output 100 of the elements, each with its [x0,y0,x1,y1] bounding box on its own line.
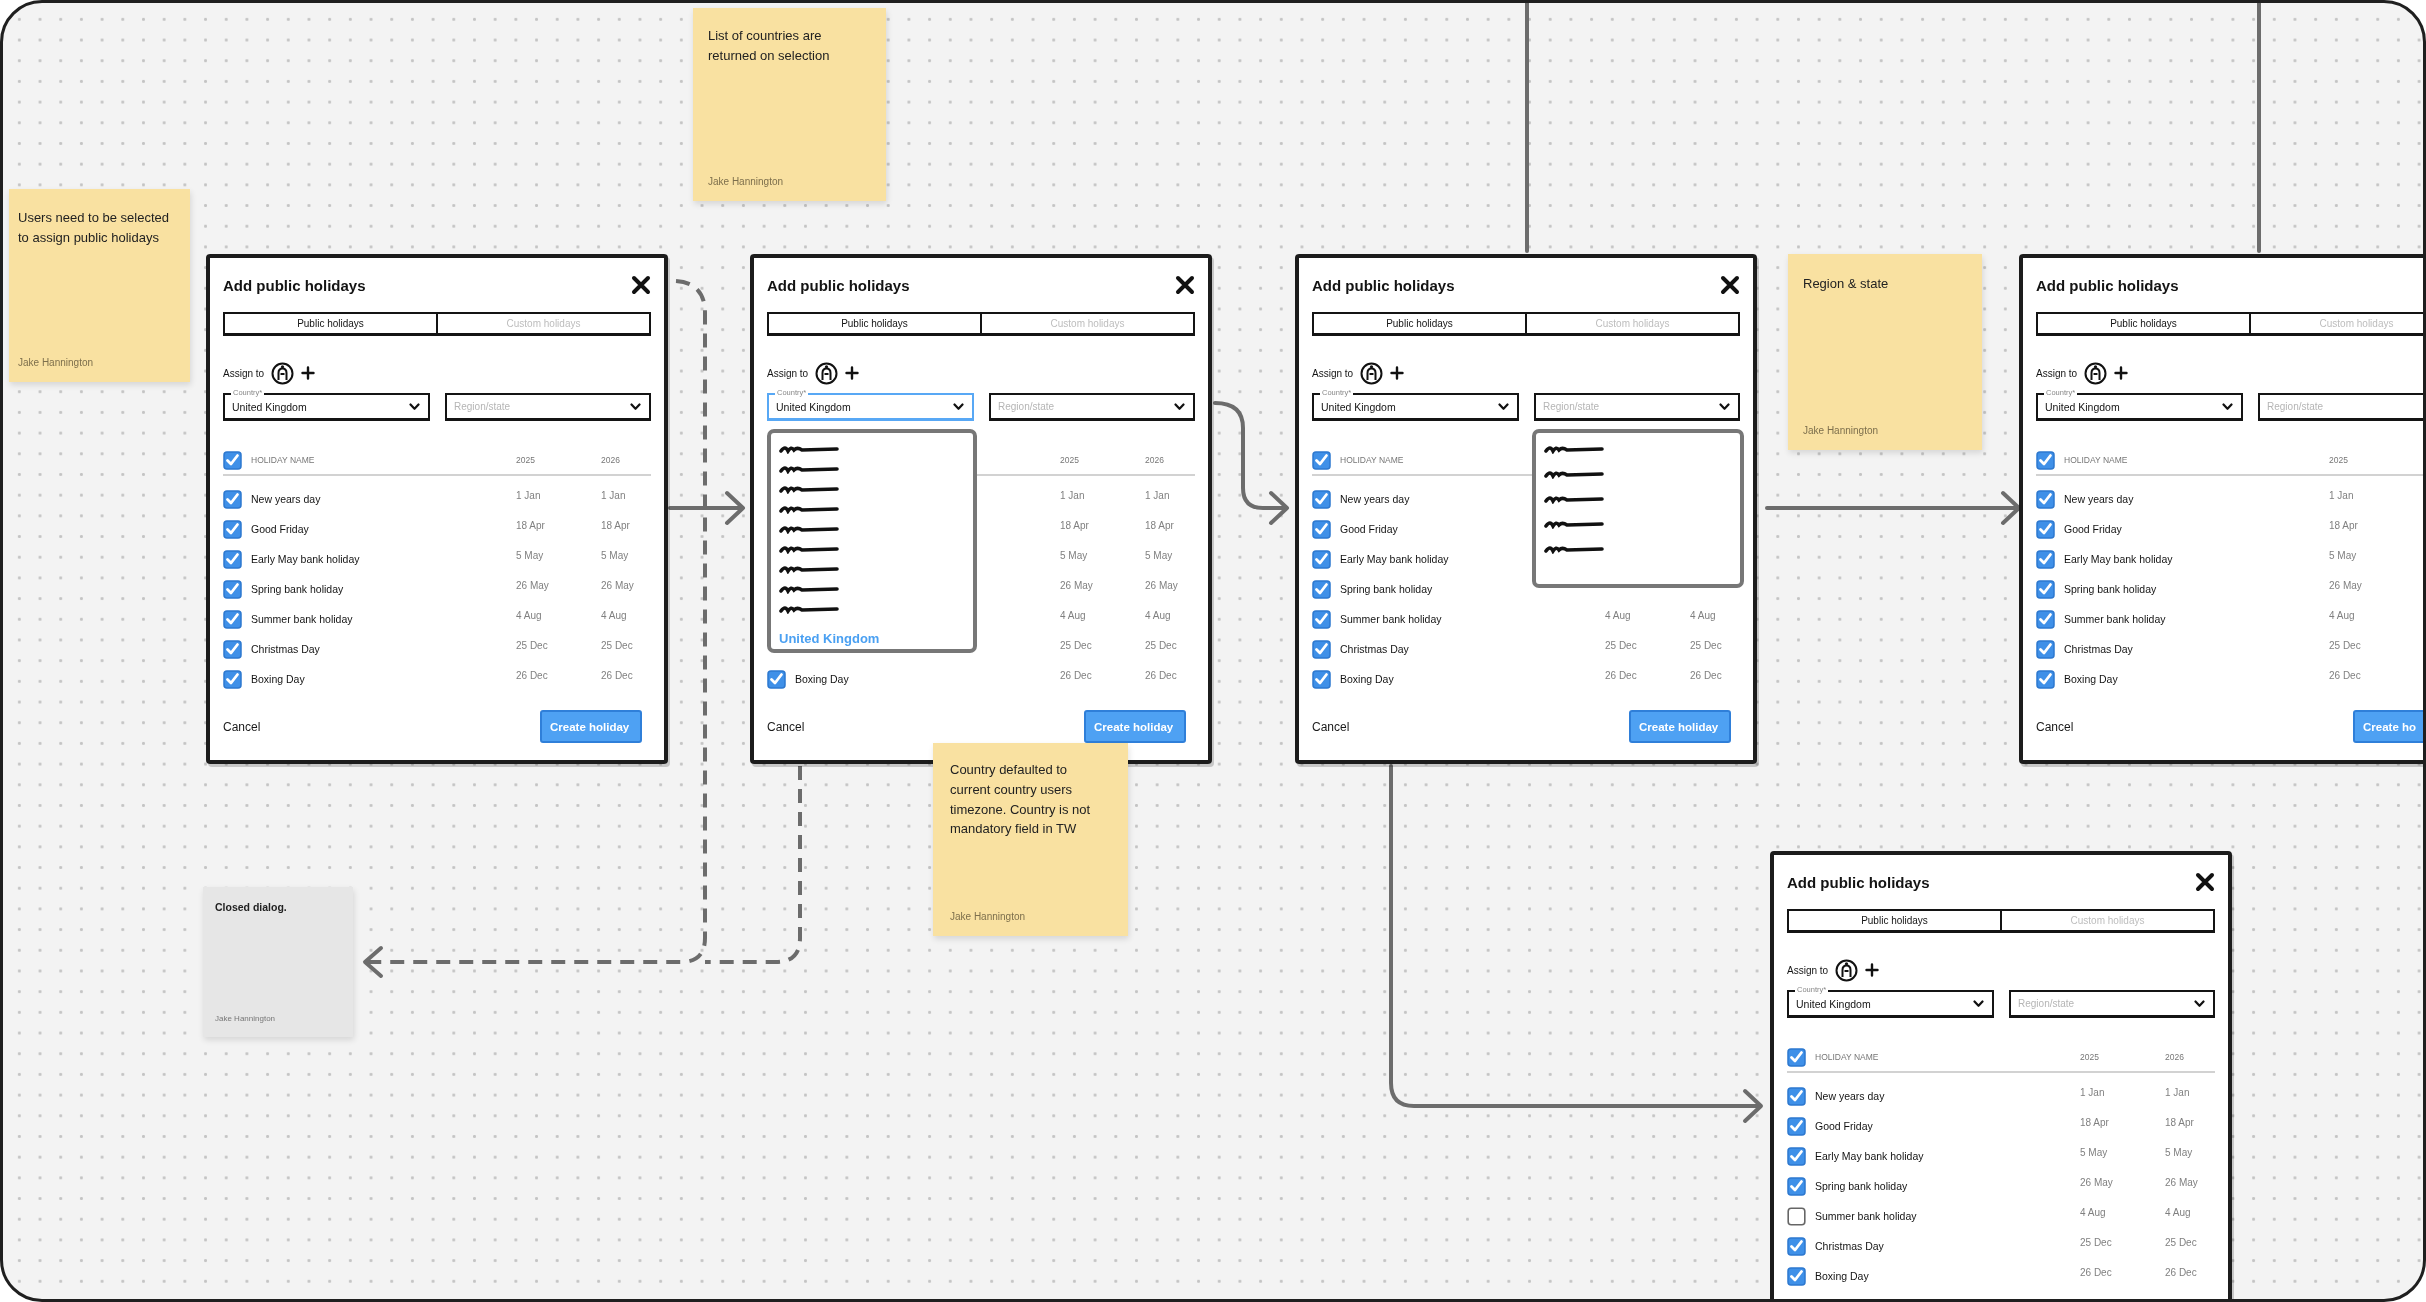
holiday-name: Christmas Day [251,643,320,655]
holiday-date: 25 Dec [1145,639,1177,651]
checkbox[interactable] [2036,609,2055,629]
checkbox[interactable] [223,609,242,629]
chevron-down-icon [953,402,964,411]
checkbox[interactable] [1787,1176,1806,1196]
holiday-date: 25 Dec [1060,639,1092,651]
checkbox[interactable] [2036,669,2055,689]
holiday-date: 26 Dec [2165,1266,2197,1278]
region-select[interactable]: Region/state [445,393,651,421]
checkbox[interactable] [1312,519,1331,539]
checkbox[interactable] [1787,1086,1806,1106]
checkbox[interactable] [1787,1047,1806,1067]
checkbox[interactable] [1312,549,1331,569]
holiday-name: Christmas Day [2064,643,2133,655]
checkbox[interactable] [2036,549,2055,569]
checkbox[interactable] [1312,669,1331,689]
checkbox[interactable] [223,489,242,509]
checkbox[interactable] [1312,609,1331,629]
cancel-button[interactable]: Cancel [2036,719,2074,734]
avatar-icon[interactable] [815,361,839,385]
holiday-name: New years day [2064,493,2134,505]
holiday-name: New years day [1340,493,1410,505]
create-holiday-button[interactable]: Create holiday [1084,710,1187,743]
note-author: Jake Hannington [1803,425,1880,436]
checkbox[interactable] [223,549,242,569]
checkbox[interactable] [1787,1206,1806,1226]
holiday-date: 25 Dec [2329,639,2361,651]
checkbox[interactable] [223,639,242,659]
checkbox[interactable] [1787,1116,1806,1136]
chevron-down-icon [1719,402,1730,411]
create-holiday-button[interactable]: Create holiday [540,710,643,743]
holiday-name: Boxing Day [1815,1270,1869,1282]
plus-icon[interactable] [1390,366,1405,380]
holiday-name: Spring bank holiday [2064,583,2157,595]
scribble-icon [1544,545,1604,554]
checkbox[interactable] [2036,639,2055,659]
note-author: Jake Hannington [215,1014,277,1023]
region-select[interactable]: Region/state [2258,393,2423,421]
avatar-icon[interactable] [2084,361,2108,385]
holiday-date: 25 Dec [2080,1236,2112,1248]
checkbox[interactable] [1787,1266,1806,1286]
checkbox[interactable] [1312,579,1331,599]
note-text: List of countries are returned on selection [708,27,831,65]
close-icon[interactable] [1175,275,1195,295]
holiday-name: Summer bank holiday [1340,613,1442,625]
cancel-button[interactable]: Cancel [767,719,805,734]
checkbox[interactable] [1312,450,1331,470]
holiday-date: 1 Jan [1145,489,1170,501]
holiday-date: 4 Aug [1690,609,1716,621]
avatar-icon[interactable] [1360,361,1384,385]
holiday-date: 26 Dec [1690,669,1722,681]
checkbox[interactable] [1312,489,1331,509]
checkbox[interactable] [223,669,242,689]
checkbox[interactable] [1787,1236,1806,1256]
plus-icon[interactable] [301,366,316,380]
checkbox[interactable] [2036,579,2055,599]
avatar-icon[interactable] [1835,958,1859,982]
holiday-date: 4 Aug [601,609,627,621]
close-icon[interactable] [2195,872,2215,892]
checkbox[interactable] [223,450,242,470]
scribble-icon [1544,445,1604,454]
holiday-name: Spring bank holiday [1815,1180,1908,1192]
checkbox[interactable] [2036,489,2055,509]
holiday-name: Good Friday [1340,523,1398,535]
holiday-name: New years day [251,493,321,505]
close-icon[interactable] [631,275,651,295]
checkbox[interactable] [223,579,242,599]
checkbox[interactable] [1312,639,1331,659]
scribble-icon [779,525,839,534]
scribble-icon [779,485,839,494]
chevron-down-icon [2222,402,2233,411]
holiday-date: 26 Dec [601,669,633,681]
checkbox[interactable] [2036,519,2055,539]
create-holiday-button[interactable]: Create ho [2353,710,2423,743]
chevron-down-icon [409,402,420,411]
cancel-button[interactable]: Cancel [223,719,261,734]
column-header: HOLIDAY NAME [251,455,316,465]
region-select[interactable]: Region/state [2009,990,2215,1018]
region-select[interactable]: Region/state [989,393,1195,421]
checkbox[interactable] [2036,450,2055,470]
column-header: 2026 [1145,455,1165,465]
plus-icon[interactable] [2114,366,2129,380]
checkbox[interactable] [767,669,786,689]
holiday-date: 18 Apr [601,519,630,531]
checkbox[interactable] [1787,1146,1806,1166]
holiday-name: New years day [1815,1090,1885,1102]
holiday-date: 25 Dec [1605,639,1637,651]
create-holiday-button[interactable]: Create holiday [1629,710,1732,743]
avatar-icon[interactable] [271,361,295,385]
cancel-button[interactable]: Cancel [1312,719,1350,734]
plus-icon[interactable] [845,366,860,380]
chevron-down-icon [1973,999,1984,1008]
plus-icon[interactable] [1865,963,1880,977]
holiday-name: Boxing Day [795,673,849,685]
close-icon[interactable] [1720,275,1740,295]
dropdown-option[interactable]: United Kingdom [779,631,880,646]
checkbox[interactable] [223,519,242,539]
region-select[interactable]: Region/state [1534,393,1740,421]
scribble-icon [779,505,839,514]
